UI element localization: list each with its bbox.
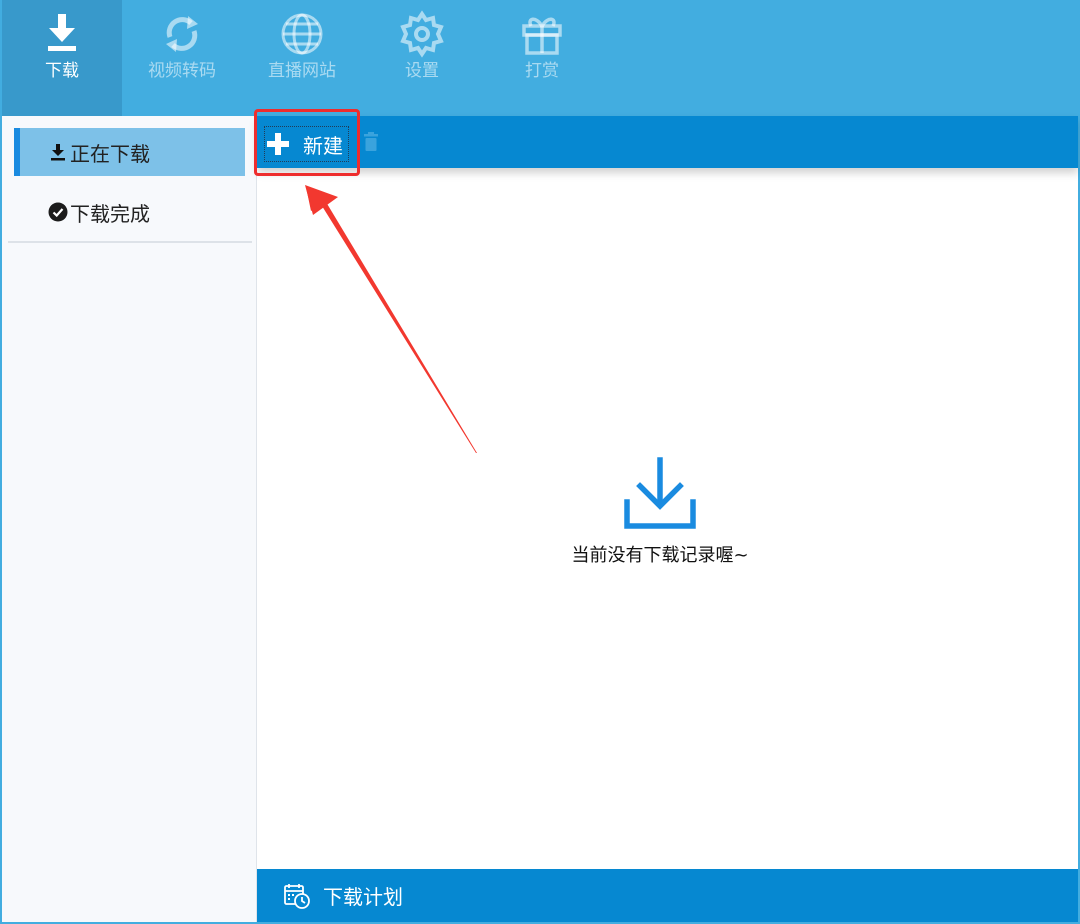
sidebar-item-label: 下载完成 [70,201,150,226]
globe-icon [281,13,323,55]
download-tray-icon [624,457,696,529]
toolbar: 新建 [257,116,1078,168]
sidebar-item-completed[interactable]: 下载完成 [14,188,245,236]
refresh-icon [166,16,198,52]
nav-tab-label: 设置 [405,61,439,81]
check-circle-icon [48,202,68,222]
nav-tab-label: 直播网站 [268,61,336,81]
highlight-box [254,109,360,176]
nav-tab-live-sites[interactable]: 直播网站 [242,0,362,116]
arrow-head [305,185,338,215]
nav-tab-settings[interactable]: 设置 [362,0,482,116]
download-schedule-button[interactable]: 下载计划 [257,869,1078,922]
empty-state-message: 当前没有下载记录喔~ [571,545,749,566]
nav-tab-label: 打赏 [525,61,559,81]
top-nav: 下载 视频转码 直播网站 设置 打赏 [0,0,1080,116]
arrow-shaft [306,187,477,453]
trash-icon[interactable] [361,131,381,153]
download-schedule-label: 下载计划 [323,885,403,909]
download-small-icon [51,144,65,161]
nav-tab-label: 视频转码 [148,61,216,81]
nav-tab-download[interactable]: 下载 [2,0,122,116]
sidebar-divider [8,241,252,243]
sidebar-item-downloading[interactable]: 正在下载 [14,128,245,176]
calendar-clock-icon [284,883,310,909]
sidebar-item-label: 正在下载 [70,141,150,166]
nav-tab-donate[interactable]: 打赏 [482,0,602,116]
download-icon [48,14,76,51]
nav-tab-transcode[interactable]: 视频转码 [122,0,242,116]
nav-tab-label: 下载 [45,61,79,81]
gift-icon [522,17,562,55]
sidebar: 正在下载 下载完成 [2,116,257,922]
gear-icon [400,10,444,58]
